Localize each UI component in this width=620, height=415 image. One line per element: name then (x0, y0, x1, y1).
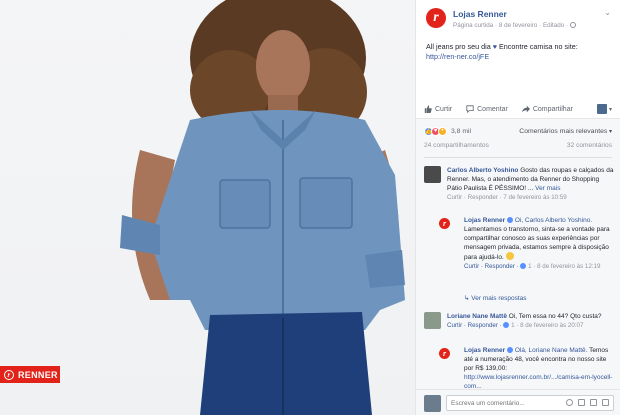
comment-actions[interactable]: Curtir · Responder · (447, 322, 502, 329)
post-actions: Curtir Comentar Compartilhar ▾ (416, 100, 620, 118)
page-name-link[interactable]: Lojas Renner (453, 9, 507, 19)
divider (424, 157, 612, 158)
page-avatar[interactable]: r (426, 8, 446, 28)
reply-author[interactable]: Lojas Renner (464, 217, 505, 224)
avatar (596, 104, 607, 114)
camera-icon[interactable] (578, 399, 585, 406)
reply-text: Lamentamos o transtorno, sinta-se a vont… (464, 226, 610, 261)
globe-icon (570, 22, 577, 28)
post-text-part1: All jeans pro seu dia (426, 42, 493, 51)
comment-meta[interactable]: Curtir · Responder · 7 de fevereiro às 1… (447, 193, 614, 202)
comment-author[interactable]: Carlos Alberto Yoshino (447, 167, 518, 174)
like-count-icon (503, 322, 510, 328)
model-illustration (120, 0, 405, 415)
renner-brand-badge: r RENNER (0, 366, 60, 383)
avatar (424, 395, 441, 412)
comment-icon (466, 105, 474, 113)
renner-logo-icon: r (4, 369, 14, 380)
verified-icon (507, 217, 513, 223)
post-header: r Lojas Renner Página curtida · 8 de fev… (416, 0, 620, 38)
reply-actions[interactable]: Curtir · Responder · (464, 263, 519, 270)
reply-item: Lojas Renner Oi, Carlos Alberto Yoshino.… (464, 216, 614, 271)
like-count-icon (520, 263, 527, 269)
avatar[interactable] (424, 312, 441, 329)
share-button-label: Compartilhar (532, 105, 573, 113)
reactions-and-comments: 👍 ♥ • 3,8 mil Comentários mais relevante… (416, 118, 620, 415)
reply-item: Lojas Renner Olá, Loriane Nane Mattê. Te… (464, 346, 614, 391)
reactions-row: 👍 ♥ • 3,8 mil Comentários mais relevante… (424, 124, 612, 138)
renner-logo-icon: r (433, 10, 439, 25)
renner-logo-icon: r (442, 219, 447, 228)
post-panel: r Lojas Renner Página curtida · 8 de fev… (415, 0, 620, 415)
like-button-label: Curtir (435, 105, 453, 113)
more-replies-link[interactable]: ↳ Ver mais respostas (464, 294, 614, 303)
share-icon (521, 105, 530, 113)
comment-composer (416, 389, 620, 415)
comment-sort-dropdown[interactable]: Comentários mais relevantes (519, 128, 612, 135)
comment-text: Oi, Tem essa no 44? Qto custa? (508, 313, 602, 320)
reply-time: 1 · 8 de fevereiro às 12:19 (528, 263, 601, 270)
avatar[interactable]: r (439, 218, 450, 229)
chevron-down-icon[interactable]: ⌄ (604, 8, 611, 17)
share-button[interactable]: Compartilhar (521, 105, 573, 113)
share-as-selector[interactable]: ▾ (596, 104, 612, 114)
emoji-icon[interactable] (566, 399, 573, 406)
comment-time: 1 · 8 de fevereiro às 20:07 (511, 322, 584, 329)
brand-badge-label: RENNER (18, 369, 58, 380)
shares-count[interactable]: 24 compartilhamentos (424, 142, 489, 154)
see-more-link[interactable]: Ver mais (535, 185, 560, 192)
wow-reaction-icon[interactable]: • (438, 126, 447, 136)
more-replies-label: Ver mais respostas (471, 295, 527, 302)
comment-author[interactable]: Loriane Nane Mattê (447, 313, 507, 320)
avatar[interactable]: r (439, 348, 450, 359)
caret-down-icon: ▾ (608, 106, 612, 113)
post-meta-text: Página curtida · 8 de fevereiro · Editad… (453, 22, 569, 29)
sticker-icon[interactable] (602, 399, 609, 406)
post-meta: Página curtida · 8 de fevereiro · Editad… (453, 22, 577, 29)
reply-mention[interactable]: Oi, Carlos Alberto Yoshino. (515, 217, 592, 224)
like-button[interactable]: Curtir (424, 105, 452, 113)
comment-button-label: Comentar (477, 105, 508, 113)
comment-button[interactable]: Comentar (466, 105, 508, 113)
counts-row: 24 compartilhamentos 32 comentários (424, 142, 612, 154)
post-text: All jeans pro seu dia ♥ Encontre camisa … (426, 42, 612, 62)
reply-link[interactable]: http://www.lojasrenner.com.br/.../camisa… (464, 374, 612, 390)
smile-emoji-icon (505, 252, 514, 260)
reply-author[interactable]: Lojas Renner (464, 347, 505, 354)
renner-logo-icon: r (442, 349, 447, 358)
thumbs-up-icon (424, 105, 432, 113)
composer-icons (566, 399, 609, 406)
comments-count[interactable]: 32 comentários (567, 142, 612, 154)
post-photo[interactable]: r RENNER (0, 0, 415, 415)
post-text-part2: Encontre camisa no site: (497, 42, 578, 51)
avatar[interactable] (424, 166, 441, 183)
verified-icon (507, 347, 513, 353)
reaction-count[interactable]: 3,8 mil (451, 128, 471, 135)
reply-mention[interactable]: Olá, Loriane Nane Mattê. (515, 347, 588, 354)
post-link[interactable]: http://ren-ner.co/jFE (426, 52, 612, 62)
gif-icon[interactable] (590, 399, 597, 406)
